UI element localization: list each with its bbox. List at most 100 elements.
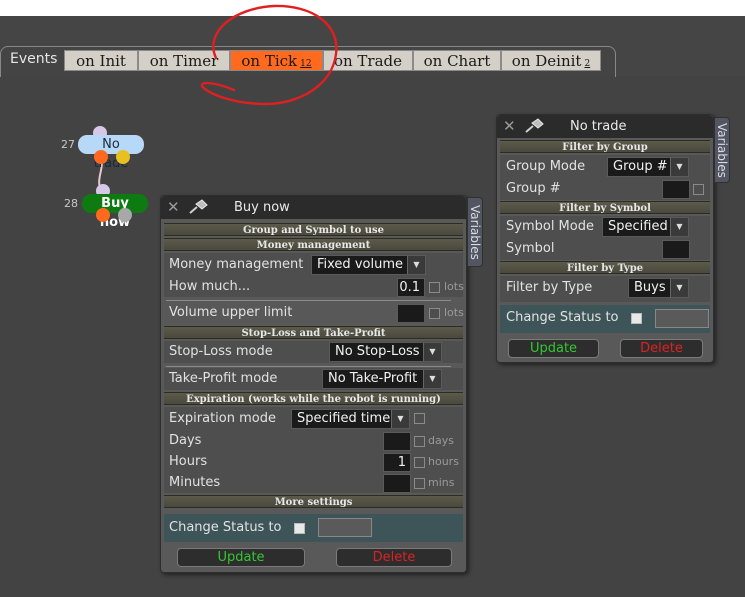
days-unit: days — [428, 434, 454, 447]
pin-icon[interactable] — [187, 198, 209, 216]
change-status-checkbox[interactable] — [631, 313, 642, 324]
section-filter-type[interactable]: Filter by Type — [500, 261, 710, 274]
symbol-input[interactable] — [662, 240, 690, 259]
tab-on-init[interactable]: on Init — [64, 50, 138, 71]
variables-tab[interactable]: Variables — [714, 117, 730, 183]
tab-label: on Deinit — [511, 52, 582, 70]
minutes-label: Minutes — [169, 475, 221, 490]
divider — [166, 366, 451, 367]
chevron-down-icon: ▼ — [423, 370, 441, 388]
update-button[interactable]: Update — [177, 548, 305, 567]
volume-upper-limit-input[interactable] — [397, 304, 425, 323]
close-icon[interactable]: ✕ — [167, 199, 180, 215]
delete-button[interactable]: Delete — [336, 548, 452, 567]
group-num-label: Group # — [506, 181, 561, 196]
tab-on-chart[interactable]: on Chart — [413, 50, 501, 71]
panel-title: No trade — [570, 119, 627, 134]
change-status-input[interactable] — [655, 309, 709, 328]
days-input[interactable] — [383, 432, 411, 451]
days-label: Days — [169, 433, 202, 448]
hours-input[interactable]: 1 — [383, 453, 411, 472]
tab-label: on Init — [76, 52, 126, 70]
divider — [166, 300, 451, 301]
buy-now-panel: ✕ Buy now Group and Symbol to use Money … — [160, 195, 467, 573]
change-status-input[interactable] — [318, 518, 372, 537]
tab-on-deinit[interactable]: on Deinit 2 — [501, 50, 601, 71]
panel-title-bar[interactable]: ✕ Buy now — [161, 196, 466, 219]
panel-title: Buy now — [234, 200, 290, 215]
symbol-mode-select[interactable]: Specified ▼ — [602, 217, 689, 237]
chevron-down-icon: ▼ — [670, 158, 688, 176]
tab-badge: 2 — [584, 59, 591, 69]
chevron-down-icon: ▼ — [670, 218, 688, 236]
how-much-label: How much... — [169, 279, 251, 294]
select-value: Buys — [634, 280, 666, 295]
section-more-settings[interactable]: More settings — [164, 495, 463, 508]
filter-by-type-select[interactable]: Buys ▼ — [628, 278, 689, 298]
section-filter-group[interactable]: Filter by Group — [500, 140, 710, 153]
group-mode-select[interactable]: Group # ▼ — [607, 157, 689, 177]
chevron-down-icon: ▼ — [423, 343, 441, 361]
section-group-symbol[interactable]: Group and Symbol to use — [164, 223, 463, 236]
group-mode-label: Group Mode — [506, 159, 586, 174]
chevron-down-icon: ▼ — [391, 410, 409, 428]
expiration-checkbox[interactable] — [414, 413, 425, 424]
pin-icon[interactable] — [523, 117, 545, 135]
hours-checkbox[interactable] — [414, 457, 425, 468]
node-no-trade[interactable]: No trade — [78, 135, 144, 171]
node-buy-now[interactable]: Buy now — [82, 194, 148, 230]
stop-loss-mode-label: Stop-Loss mode — [169, 344, 273, 359]
symbol-mode-label: Symbol Mode — [506, 219, 594, 234]
select-value: Specified — [608, 219, 668, 234]
minutes-input[interactable] — [383, 474, 411, 493]
volume-limit-checkbox[interactable] — [429, 308, 440, 319]
take-profit-mode-label: Take-Profit mode — [169, 371, 278, 386]
section-expiration[interactable]: Expiration (works while the robot is run… — [164, 392, 463, 405]
delete-button[interactable]: Delete — [620, 339, 703, 358]
section-sl-tp[interactable]: Stop-Loss and Take-Profit — [164, 326, 463, 339]
expiration-mode-select[interactable]: Specified time ▼ — [291, 409, 410, 429]
select-value: Specified time — [297, 411, 391, 426]
node-output-port[interactable] — [116, 150, 130, 164]
money-management-label: Money management — [169, 257, 304, 272]
how-much-checkbox[interactable] — [429, 282, 440, 293]
symbol-label: Symbol — [506, 241, 555, 256]
section-money-management[interactable]: Money management — [164, 238, 463, 251]
lots-unit: lots — [444, 306, 464, 319]
tab-on-timer[interactable]: on Timer — [138, 50, 230, 71]
expiration-mode-label: Expiration mode — [169, 411, 276, 426]
top-margin — [0, 0, 745, 16]
money-management-select[interactable]: Fixed volume ▼ — [311, 255, 426, 275]
node-output-port[interactable] — [94, 150, 108, 164]
select-value: Fixed volume — [317, 257, 403, 272]
tab-label: on Chart — [423, 52, 491, 70]
tab-badge: 12 — [300, 59, 312, 69]
tab-label: on Timer — [149, 52, 219, 70]
variables-tab[interactable]: Variables — [467, 197, 483, 267]
change-status-label: Change Status to — [506, 310, 619, 325]
group-num-input[interactable] — [662, 180, 690, 199]
node-output-port[interactable] — [118, 208, 132, 222]
close-icon[interactable]: ✕ — [503, 118, 516, 134]
chevron-down-icon: ▼ — [670, 279, 688, 297]
section-filter-symbol[interactable]: Filter by Symbol — [500, 201, 710, 214]
tab-on-tick[interactable]: on Tick 12 — [230, 50, 323, 71]
stop-loss-mode-select[interactable]: No Stop-Loss ▼ — [329, 342, 442, 362]
select-value: No Stop-Loss — [335, 344, 420, 359]
change-status-checkbox[interactable] — [294, 523, 305, 534]
chevron-down-icon: ▼ — [407, 256, 425, 274]
mins-unit: mins — [428, 476, 455, 489]
select-value: Group # — [613, 159, 668, 174]
lots-unit: lots — [444, 280, 464, 293]
tab-on-trade[interactable]: on Trade — [323, 50, 413, 71]
update-button[interactable]: Update — [508, 339, 599, 358]
days-checkbox[interactable] — [414, 436, 425, 447]
panel-title-bar[interactable]: ✕ No trade — [497, 115, 713, 138]
group-num-checkbox[interactable] — [693, 184, 704, 195]
no-trade-panel: ✕ No trade Filter by Group Group Mode Gr… — [496, 114, 714, 363]
minutes-checkbox[interactable] — [414, 478, 425, 489]
how-much-input[interactable]: 0.1 — [397, 278, 425, 297]
take-profit-mode-select[interactable]: No Take-Profit ▼ — [322, 369, 442, 389]
select-value: No Take-Profit — [328, 371, 418, 386]
node-output-port[interactable] — [96, 208, 110, 222]
